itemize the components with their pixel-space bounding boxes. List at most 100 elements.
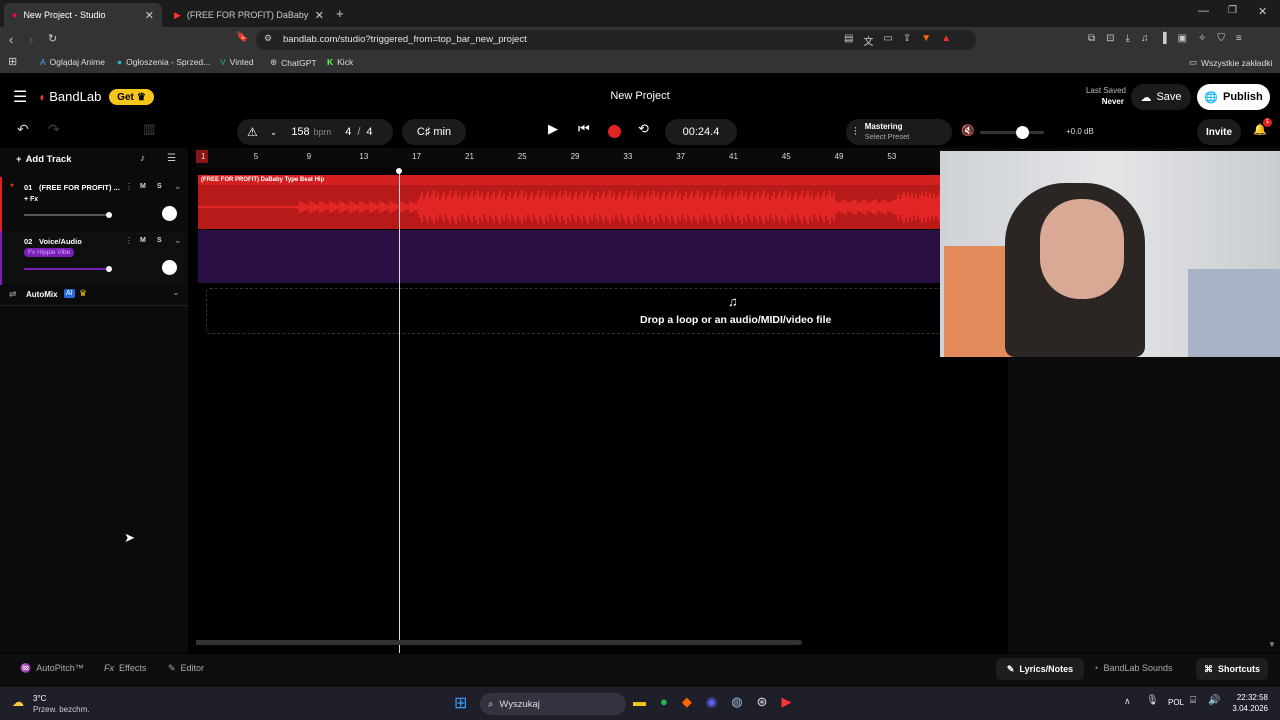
invite-button[interactable]: Invite — [1197, 119, 1241, 145]
close-window-icon[interactable]: ✕ — [1258, 5, 1267, 18]
vpn-icon[interactable]: ⛉ — [1217, 33, 1225, 44]
extensions-icon[interactable]: ⧉ — [1088, 33, 1095, 44]
weather-icon[interactable]: ☁ — [12, 695, 24, 709]
reload-icon[interactable]: ↻ — [48, 32, 57, 45]
add-track-button[interactable]: + Add Track — [16, 154, 72, 165]
get-membership-button[interactable]: Get ♛ — [109, 89, 154, 105]
solo-button[interactable]: S — [157, 183, 162, 190]
track-volume-slider[interactable] — [24, 268, 112, 270]
bandlab-logo[interactable]: ◖ BandLab — [38, 89, 101, 104]
metronome-icon[interactable]: ⚠ — [247, 125, 258, 139]
project-title[interactable]: New Project — [540, 90, 740, 102]
save-button[interactable]: ☁ Save — [1131, 84, 1191, 110]
pan-knob[interactable] — [162, 260, 177, 275]
file-explorer-icon[interactable]: ▬ — [633, 694, 646, 710]
track-volume-handle[interactable] — [106, 266, 112, 272]
spotify-icon[interactable]: ● — [660, 694, 668, 710]
all-bookmarks[interactable]: ▭ Wszystkie zakładki — [1189, 57, 1272, 68]
horizontal-scrollbar[interactable] — [196, 640, 802, 645]
track-settings-icon[interactable]: ☰ — [167, 153, 176, 164]
audio-clip[interactable]: (FREE FOR PROFIT) DaBaby Type Beat Hip — [198, 175, 1008, 229]
download-icon[interactable]: ⤓ — [1126, 33, 1130, 44]
mute-button[interactable]: M — [140, 237, 146, 244]
voice-track-lane[interactable] — [198, 230, 1008, 283]
sidebar-icon[interactable]: ▐ — [1159, 33, 1166, 44]
language-indicator[interactable]: POL — [1168, 698, 1184, 707]
mastering-button[interactable]: ⫶ Mastering Select Preset — [846, 119, 952, 145]
clock-date[interactable]: 3.04.2026 — [1230, 704, 1268, 713]
pan-knob[interactable] — [162, 206, 177, 221]
more-options-icon[interactable]: ⋮ — [125, 236, 133, 245]
bookmark-page-icon[interactable]: 🔖 — [236, 32, 248, 43]
keyboard-icon[interactable]: ▥ — [143, 121, 155, 137]
close-tab-icon[interactable]: ✕ — [315, 9, 324, 22]
taskbar-search[interactable]: ⌕ Wyszukaj — [480, 693, 626, 715]
volume-icon[interactable]: 🔊 — [1208, 695, 1220, 706]
brave-shield-icon[interactable]: ▼ — [921, 33, 931, 48]
chevron-down-icon[interactable]: ⌄ — [172, 287, 180, 298]
track-row[interactable]: ● 01 (FREE FOR PROFIT) ... ⋮ M S ⌄ + Fx — [0, 177, 188, 231]
more-options-icon[interactable]: ⋮ — [125, 182, 133, 191]
speaker-mute-icon[interactable]: 🔇 — [961, 124, 975, 137]
brave-rewards-icon[interactable]: ▲ — [941, 33, 951, 48]
bpm-value[interactable]: 158 — [291, 126, 309, 138]
discord-icon[interactable]: ◉ — [706, 694, 717, 710]
chevron-down-icon[interactable]: ⌄ — [174, 181, 182, 192]
bookmark-item[interactable]: ⊛ ChatGPT — [270, 57, 317, 68]
track-volume-handle[interactable] — [106, 212, 112, 218]
record-icon[interactable] — [608, 125, 621, 138]
volume-knob[interactable] — [1016, 126, 1029, 139]
skip-back-icon[interactable]: ⏮ — [578, 121, 590, 137]
play-icon[interactable]: ▶ — [548, 121, 558, 137]
track-name[interactable]: (FREE FOR PROFIT) ... — [39, 183, 120, 192]
effects-button[interactable]: Fx Effects — [104, 663, 146, 673]
screenshot-icon[interactable]: ⊡ — [1106, 33, 1114, 44]
music-icon[interactable]: ♫ — [1141, 33, 1149, 44]
undo-icon[interactable]: ↶ — [17, 121, 29, 138]
bookmark-item[interactable]: K Kick — [327, 57, 353, 67]
time-signature-den[interactable]: 4 — [366, 126, 372, 138]
youtube-app-icon[interactable]: ▶ — [781, 694, 791, 710]
loop-icon[interactable]: ⟲ — [638, 121, 649, 137]
track-volume-slider[interactable] — [24, 214, 112, 216]
tuner-icon[interactable]: ♪ — [140, 153, 145, 164]
track-row[interactable]: 02 Voice/Audio ⋮ M S ⌄ Fx Hippie Vibe — [0, 231, 188, 285]
bookmark-item[interactable]: ● Ogłoszenia - Sprzed... — [117, 57, 210, 67]
bookmark-item[interactable]: A Oglądaj Anime — [40, 57, 105, 67]
hamburger-menu-icon[interactable]: ☰ — [13, 87, 27, 107]
playhead[interactable] — [399, 169, 400, 653]
master-volume-slider[interactable] — [980, 131, 1044, 134]
cast-icon[interactable]: ▭ — [883, 33, 892, 48]
microphone-icon[interactable]: 🎙 — [1146, 695, 1159, 706]
tab-new-project[interactable]: ● New Project - Studio ✕ — [4, 3, 162, 27]
track-name[interactable]: Voice/Audio — [39, 237, 82, 246]
apps-grid-icon[interactable]: ⊞ — [8, 55, 17, 68]
timeline-area[interactable]: 1 5 9 13 17 21 25 29 33 37 41 45 49 53 (FREE FOR PROF… — [196, 148, 1008, 653]
automix-row[interactable]: ⇌ AutoMix AI ♛ ⌄ — [0, 286, 188, 306]
chevron-down-icon[interactable]: ⌄ — [270, 127, 278, 138]
scroll-down-icon[interactable]: ▼ — [1268, 640, 1276, 649]
network-icon[interactable]: ⌸ — [1190, 695, 1196, 706]
new-tab-icon[interactable]: + — [336, 6, 344, 21]
time-signature-num[interactable]: 4 — [345, 126, 351, 138]
back-icon[interactable]: ‹ — [9, 32, 13, 47]
tray-expand-icon[interactable]: ∧ — [1124, 696, 1131, 707]
brave-icon[interactable]: ◆ — [682, 694, 692, 710]
solo-button[interactable]: S — [157, 237, 162, 244]
ruler[interactable]: 1 5 9 13 17 21 25 29 33 37 41 45 49 53 — [196, 148, 1008, 168]
site-info-icon[interactable]: ⚙ — [264, 33, 272, 44]
forward-icon[interactable]: › — [29, 32, 33, 47]
drop-zone[interactable]: ♫ Drop a loop or an audio/MIDI/video fil… — [206, 288, 1008, 334]
editor-button[interactable]: ✎ Editor — [168, 663, 204, 674]
tab-youtube[interactable]: ▶ (FREE FOR PROFIT) DaBaby Type Beat ✕ — [166, 3, 332, 27]
steam-icon[interactable]: ◍ — [731, 694, 742, 710]
add-fx-button[interactable]: + Fx — [24, 196, 38, 203]
publish-button[interactable]: 🌐 Publish — [1197, 84, 1270, 110]
chevron-down-icon[interactable]: ⌄ — [174, 235, 182, 246]
mute-button[interactable]: M — [140, 183, 146, 190]
minimize-icon[interactable]: — — [1198, 5, 1209, 17]
chatgpt-app-icon[interactable]: ⊛ — [757, 694, 768, 710]
menu-icon[interactable]: ≡ — [1236, 33, 1242, 44]
key-selector[interactable]: C♯ min — [402, 119, 466, 145]
clock-time[interactable]: 22:32:58 — [1234, 693, 1268, 702]
